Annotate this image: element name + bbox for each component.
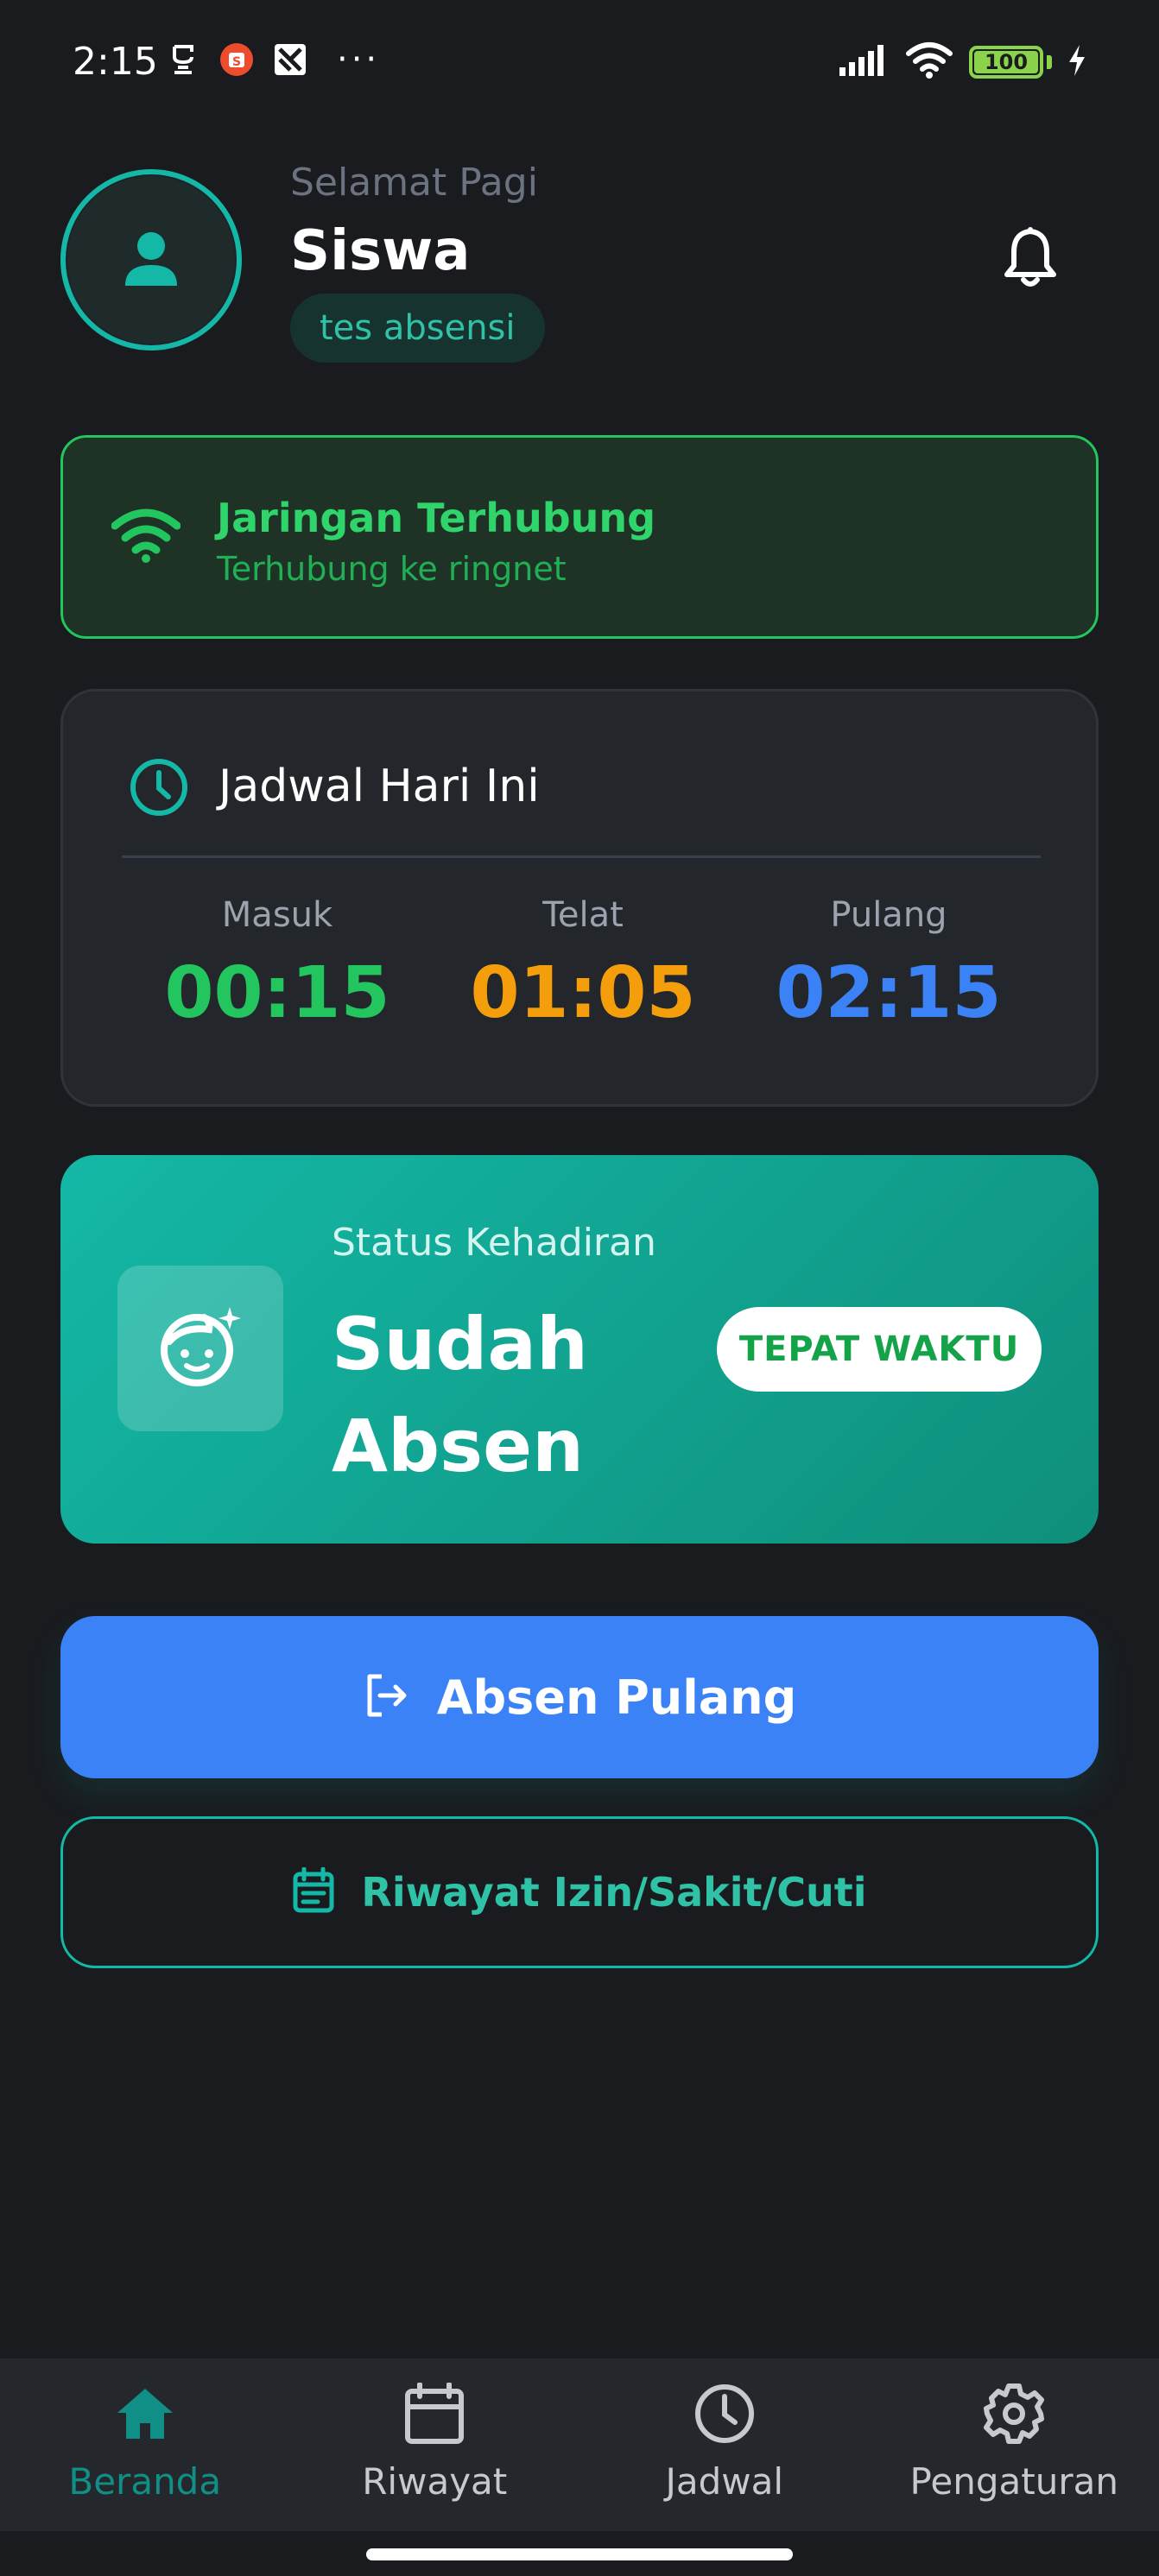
status-value: Sudah Absen [332, 1302, 588, 1488]
schedule-time: 01:05 [470, 952, 696, 1034]
schedule-pulang: Pulang 02:15 [759, 895, 1018, 1034]
leave-history-button[interactable]: Riwayat Izin/Sakit/Cuti [60, 1816, 1099, 1968]
shopee-icon: S [219, 42, 254, 77]
schedule-telat: Telat 01:05 [453, 895, 712, 1034]
class-chip: tes absensi [290, 294, 545, 363]
system-icons: 100 [839, 41, 1086, 83]
status-time: 2:15 [73, 40, 158, 84]
wifi-icon [111, 507, 181, 567]
avatar[interactable] [60, 169, 242, 350]
nav-label: Beranda [68, 2460, 222, 2503]
status-bar: 2:15 S ··· 100 [0, 0, 1159, 129]
notification-icons: S ··· [166, 40, 380, 79]
network-status-card: Jaringan Terhubung Terhubung ke ringnet [60, 435, 1099, 639]
message-icon [166, 42, 200, 77]
gear-icon [979, 2379, 1048, 2448]
nav-label: Pengaturan [909, 2460, 1118, 2503]
check-out-label: Absen Pulang [436, 1670, 797, 1725]
calendar-list-icon [292, 1866, 335, 1917]
nav-label: Jadwal [665, 2460, 784, 2503]
wifi-icon [905, 41, 953, 83]
schedule-masuk: Masuk 00:15 [148, 895, 407, 1034]
status-icon-box [117, 1266, 283, 1431]
network-subtitle: Terhubung ke ringnet [217, 550, 567, 588]
user-icon [120, 227, 182, 293]
nav-item-riwayat[interactable]: Riwayat [290, 2358, 580, 2531]
svg-text:S: S [232, 55, 241, 69]
nav-item-jadwal[interactable]: Jadwal [580, 2358, 870, 2531]
nav-item-pengaturan[interactable]: Pengaturan [870, 2358, 1159, 2531]
battery-level: 100 [984, 50, 1029, 74]
signal-icon [839, 45, 890, 79]
leave-history-label: Riwayat Izin/Sakit/Cuti [361, 1869, 867, 1916]
schedule-label: Telat [542, 895, 624, 935]
battery-icon: 100 [969, 46, 1043, 79]
app-icon [273, 42, 307, 77]
home-indicator[interactable] [366, 2548, 793, 2560]
happy-face-icon [157, 1304, 244, 1393]
schedule-label: Masuk [221, 895, 333, 935]
bottom-navigation: Beranda Riwayat Jadwal Pengaturan [0, 2358, 1159, 2531]
status-badge: TEPAT WAKTU [717, 1307, 1042, 1392]
network-title: Jaringan Terhubung [217, 495, 656, 541]
calendar-icon [400, 2379, 469, 2448]
clock-icon [690, 2379, 759, 2448]
nav-label: Riwayat [362, 2460, 508, 2503]
attendance-status-card: Status Kehadiran Sudah Absen TEPAT WAKTU [60, 1155, 1099, 1544]
nav-item-beranda[interactable]: Beranda [0, 2358, 290, 2531]
check-out-button[interactable]: Absen Pulang [60, 1616, 1099, 1778]
status-label: Status Kehadiran [332, 1221, 656, 1265]
clock-icon [129, 757, 189, 818]
notification-bell-icon[interactable] [1002, 226, 1059, 288]
charging-icon [1067, 45, 1086, 79]
divider [122, 856, 1041, 858]
schedule-time: 00:15 [164, 952, 390, 1034]
schedule-label: Pulang [830, 895, 947, 935]
more-icon: ··· [337, 40, 381, 79]
schedule-time: 02:15 [776, 952, 1002, 1034]
schedule-card: Jadwal Hari Ini Masuk 00:15 Telat 01:05 … [60, 689, 1099, 1107]
greeting: Selamat Pagi [290, 161, 538, 205]
home-icon [111, 2379, 180, 2448]
logout-icon [363, 1671, 411, 1723]
schedule-title: Jadwal Hari Ini [218, 761, 540, 812]
user-name: Siswa [290, 219, 471, 283]
